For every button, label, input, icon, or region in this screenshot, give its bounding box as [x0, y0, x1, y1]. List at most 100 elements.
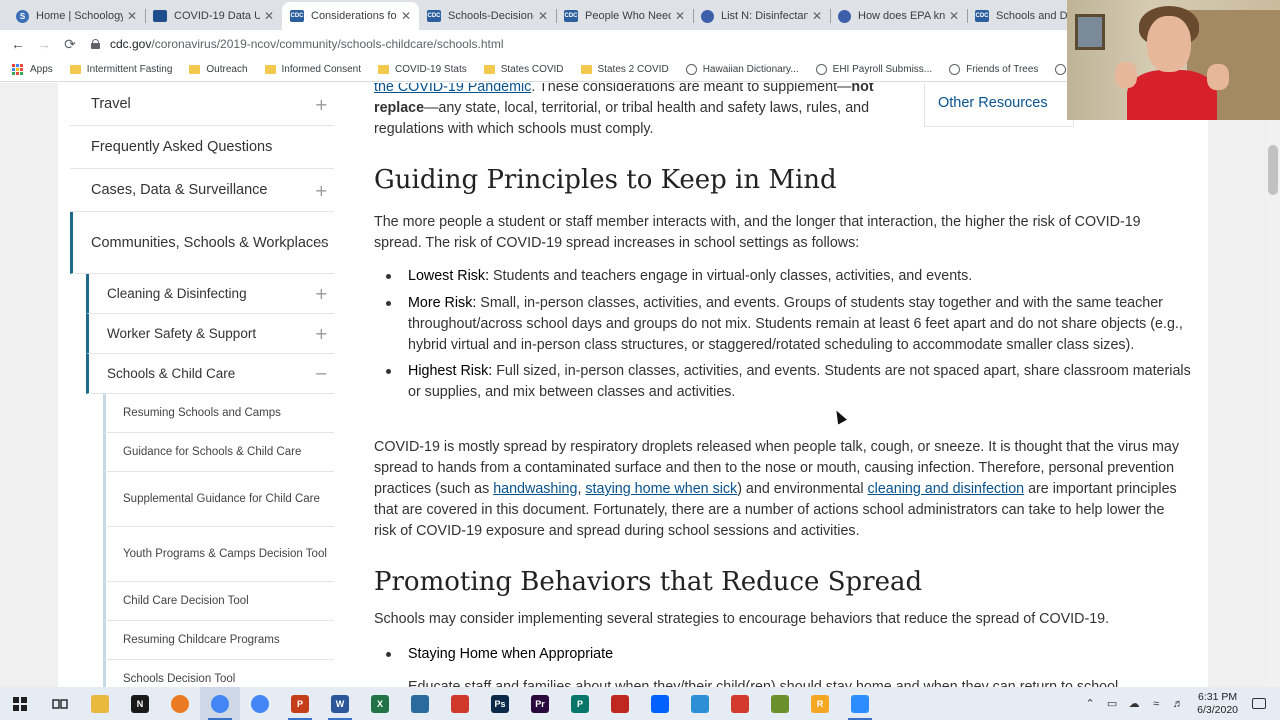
risk-level-label: More Risk:: [408, 294, 477, 311]
bookmark-item[interactable]: States 2 COVID: [580, 64, 669, 75]
bookmark-label: EHI Payroll Submiss...: [832, 64, 933, 75]
bookmark-item[interactable]: Apps: [12, 64, 53, 75]
taskbar-powerpoint[interactable]: P: [280, 687, 320, 720]
bookmark-item[interactable]: Informed Consent: [264, 64, 362, 75]
folder-icon: [580, 65, 592, 74]
sidebar-item[interactable]: Schools & Child Care −: [86, 354, 334, 394]
sidebar-item[interactable]: Communities, Schools & Workplaces −: [70, 212, 334, 274]
browser-tab[interactable]: List N: Disinfectan ✕: [693, 2, 830, 30]
webcam-presenter-shirt: [1127, 70, 1217, 120]
bookmark-item[interactable]: Intermittent Fasting: [69, 64, 172, 75]
taskbar-acrobat[interactable]: [600, 687, 640, 720]
start-button[interactable]: [0, 696, 40, 711]
browser-tab[interactable]: How does EPA kno ✕: [830, 2, 967, 30]
bookmark-label: Informed Consent: [281, 64, 362, 75]
volume-icon[interactable]: ♬: [1167, 698, 1189, 710]
reload-icon[interactable]: ⟳: [57, 36, 83, 53]
taskbar-audition[interactable]: [400, 687, 440, 720]
browser-tab[interactable]: S Home | Schoology ✕: [8, 2, 145, 30]
taskbar-file-explorer[interactable]: [80, 687, 120, 720]
tab-title: List N: Disinfectan: [721, 10, 808, 22]
sidebar-item[interactable]: Youth Programs & Camps Decision Tool: [103, 527, 334, 582]
cleaning-link[interactable]: cleaning and disinfection: [868, 481, 1025, 497]
expand-icon[interactable]: +: [315, 95, 328, 114]
lock-icon[interactable]: [91, 39, 100, 49]
bookmark-item[interactable]: EHI Payroll Submiss...: [815, 64, 933, 75]
taskbar-dropbox[interactable]: [640, 687, 680, 720]
browser-tab[interactable]: CDC People Who Need ✕: [556, 2, 693, 30]
taskbar-acrobat-reader[interactable]: [440, 687, 480, 720]
browser-tab[interactable]: CDC Considerations for ✕: [282, 2, 419, 30]
close-icon[interactable]: ✕: [401, 9, 411, 23]
web-page: Travel + Frequently Asked Questions Cases, …: [0, 83, 1266, 687]
close-icon[interactable]: ✕: [812, 9, 822, 23]
taskbar-chrome[interactable]: [200, 687, 240, 720]
folder-icon: [91, 694, 109, 713]
taskbar-firefox[interactable]: [160, 687, 200, 720]
bookmark-label: Apps: [30, 64, 53, 75]
browser-tab[interactable]: COVID-19 Data Up ✕: [145, 2, 282, 30]
taskbar-premiere[interactable]: Pr: [520, 687, 560, 720]
taskbar-photoshop[interactable]: Ps: [480, 687, 520, 720]
sidebar-item[interactable]: Guidance for Schools & Child Care: [103, 433, 334, 472]
close-icon[interactable]: ✕: [127, 9, 137, 23]
taskbar-excel[interactable]: X: [360, 687, 400, 720]
taskbar-clock[interactable]: 6:31 PM 6/3/2020: [1197, 691, 1238, 717]
taskbar-green-app[interactable]: [760, 687, 800, 720]
wifi-icon[interactable]: ≈: [1145, 698, 1167, 710]
sidebar-item-label: Guidance for Schools & Child Care: [123, 445, 302, 458]
bookmark-item[interactable]: Outreach: [189, 64, 248, 75]
close-icon[interactable]: ✕: [675, 9, 685, 23]
expand-icon[interactable]: +: [315, 324, 328, 343]
staying-home-link[interactable]: staying home when sick: [585, 481, 737, 497]
forward-arrow-icon[interactable]: →: [31, 36, 57, 52]
taskbar-red-app[interactable]: [720, 687, 760, 720]
notifications-icon[interactable]: [1252, 698, 1266, 709]
chevron-up-icon[interactable]: ⌃: [1079, 697, 1101, 710]
schoology-icon: S: [16, 9, 29, 23]
sidebar-item[interactable]: Resuming Schools and Camps: [103, 394, 334, 433]
taskbar-word[interactable]: W: [320, 687, 360, 720]
sidebar-item[interactable]: Supplemental Guidance for Child Care: [103, 472, 334, 527]
collapse-icon[interactable]: −: [315, 364, 328, 383]
sidebar-item[interactable]: Travel +: [70, 83, 334, 126]
back-arrow-icon[interactable]: ←: [5, 36, 31, 52]
taskbar-zoom[interactable]: [840, 687, 880, 720]
close-icon[interactable]: ✕: [538, 9, 548, 23]
scrollbar-thumb[interactable]: [1268, 145, 1278, 195]
sidebar-item[interactable]: Frequently Asked Questions: [70, 126, 334, 169]
sidebar-item[interactable]: Schools Decision Tool: [103, 660, 334, 687]
expand-icon[interactable]: +: [315, 284, 328, 303]
taskbar-browser[interactable]: [680, 687, 720, 720]
handwashing-link[interactable]: handwashing: [493, 481, 577, 497]
close-icon[interactable]: ✕: [949, 9, 959, 23]
taskbar-r-app[interactable]: R: [800, 687, 840, 720]
sidebar-item[interactable]: Resuming Childcare Programs: [103, 621, 334, 660]
sidebar-item-label: Schools Decision Tool: [123, 672, 236, 685]
intro-paragraph: the COVID-19 Pandemic. These considerati…: [374, 83, 899, 140]
taskbar-chrome-2[interactable]: [240, 687, 280, 720]
battery-icon[interactable]: ▭: [1101, 697, 1123, 710]
webcam-picture-frame: [1075, 14, 1105, 50]
task-view-icon[interactable]: [40, 697, 80, 711]
bookmark-item[interactable]: Hawaiian Dictionary...: [685, 64, 799, 75]
sidebar-item[interactable]: Worker Safety & Support +: [86, 314, 334, 354]
zoom-icon: [851, 694, 869, 713]
powerpoint-icon: P: [291, 694, 309, 713]
sidebar-item[interactable]: Child Care Decision Tool: [103, 582, 334, 621]
expand-icon[interactable]: +: [315, 181, 328, 200]
sync-icon[interactable]: ☁: [1123, 697, 1145, 710]
taskbar-publisher[interactable]: P: [560, 687, 600, 720]
bookmark-item[interactable]: States COVID: [483, 64, 564, 75]
collapse-icon[interactable]: −: [315, 233, 328, 253]
page-scrollbar[interactable]: [1266, 83, 1280, 687]
bookmark-item[interactable]: Friends of Trees: [949, 64, 1038, 75]
browser-tab[interactable]: CDC Schools-Decision- ✕: [419, 2, 556, 30]
taskbar-netflix[interactable]: N: [120, 687, 160, 720]
sidebar-item[interactable]: Cases, Data & Surveillance +: [70, 169, 334, 212]
close-icon[interactable]: ✕: [264, 9, 274, 23]
bookmark-item[interactable]: COVID-19 Stats: [378, 64, 467, 75]
sidebar-item[interactable]: Cleaning & Disinfecting +: [86, 274, 334, 314]
other-resources-link[interactable]: Other Resources: [924, 83, 1074, 127]
pandemic-link[interactable]: the COVID-19 Pandemic: [374, 83, 531, 95]
